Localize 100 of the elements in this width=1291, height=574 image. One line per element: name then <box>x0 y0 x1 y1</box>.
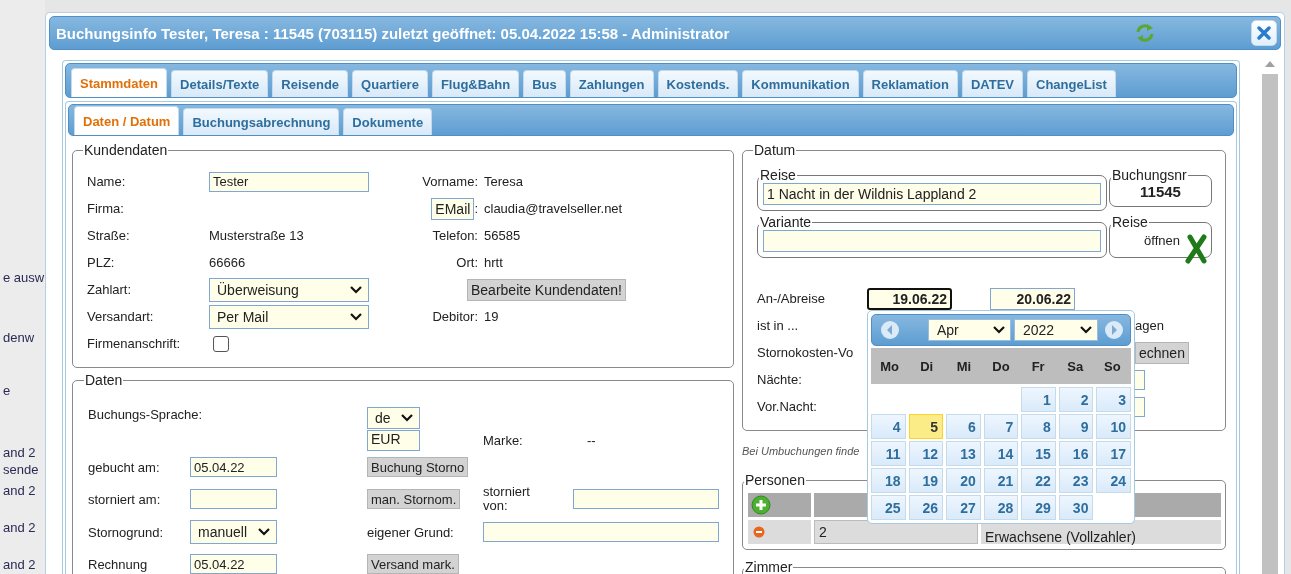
calendar-day[interactable]: 18 <box>871 468 906 493</box>
calendar-day[interactable]: 8 <box>1021 414 1056 439</box>
departure-date-field[interactable]: 20.06.22 <box>990 287 1075 310</box>
tab[interactable]: Bus <box>523 70 566 97</box>
separator-text: : <box>474 201 478 216</box>
field-label: PLZ: <box>87 255 116 270</box>
tab[interactable]: Dokumente <box>343 108 433 135</box>
calendar-day[interactable]: 19 <box>908 468 944 493</box>
calendar-day[interactable]: 5 <box>908 414 944 439</box>
calendar-day[interactable]: 20 <box>946 468 981 493</box>
tab[interactable]: Kostends. <box>657 70 739 97</box>
calendar-day[interactable]: 16 <box>1058 441 1094 466</box>
tab[interactable]: Stammdaten <box>71 68 168 97</box>
field-label: Telefon: <box>432 228 478 243</box>
close-button[interactable] <box>1251 20 1277 46</box>
language-select[interactable]: de <box>367 407 420 429</box>
calendar-day[interactable]: 23 <box>1058 468 1094 493</box>
field-value: agen <box>1135 318 1165 333</box>
variant-field[interactable] <box>763 230 1101 252</box>
calendar-day[interactable]: 12 <box>908 441 944 466</box>
calendar-day[interactable]: 10 <box>1096 414 1131 439</box>
calendar-day[interactable]: 25 <box>871 495 906 520</box>
invoice-date-field[interactable]: 05.04.22 <box>190 554 277 574</box>
tab[interactable]: ChangeList <box>1027 70 1116 97</box>
calendar-day[interactable]: 13 <box>946 441 981 466</box>
mark-shipping-button[interactable]: Versand mark. <box>367 554 459 574</box>
field-label: Stornogrund: <box>88 524 165 540</box>
booked-date-field[interactable]: 05.04.22 <box>190 457 277 477</box>
calendar-day[interactable]: 7 <box>983 414 1019 439</box>
nights-field[interactable] <box>1135 369 1145 390</box>
close-icon <box>1257 26 1271 40</box>
field-label: Versandart: <box>87 309 155 324</box>
calendar-day[interactable]: 1 <box>1021 387 1056 412</box>
field-label: Buchungs-Sprache: <box>88 407 204 422</box>
cancel-date-field[interactable] <box>190 489 277 509</box>
calendar-day[interactable]: 17 <box>1096 441 1131 466</box>
scroll-up-icon[interactable] <box>1264 60 1276 68</box>
calendar-day[interactable]: 3 <box>1096 387 1131 412</box>
previous-month-icon[interactable] <box>880 320 900 340</box>
calendar-day[interactable]: 29 <box>1021 495 1056 520</box>
calendar-day[interactable]: 22 <box>1021 468 1056 493</box>
arrival-date-field[interactable]: 19.06.22 <box>867 287 952 310</box>
calendar-day[interactable]: 24 <box>1096 468 1131 493</box>
calendar-day[interactable]: 11 <box>871 441 906 466</box>
own-reason-field[interactable] <box>483 522 719 542</box>
tab[interactable]: Reisende <box>272 70 349 97</box>
weekday-label: Sa <box>1066 358 1085 374</box>
section-legend: Reise <box>760 167 796 183</box>
tab[interactable]: Buchungsabrechnung <box>183 108 340 135</box>
calendar-day[interactable]: 28 <box>983 495 1019 520</box>
section-legend: Variante <box>760 214 812 230</box>
cancelled-by-field[interactable] <box>573 489 719 509</box>
tab[interactable]: Kommunikation <box>742 70 859 97</box>
field-label: gebucht am: <box>88 459 161 475</box>
calendar-day[interactable]: 21 <box>983 468 1019 493</box>
checkbox[interactable] <box>213 335 229 352</box>
nights-field[interactable] <box>1135 396 1145 417</box>
calendar-day[interactable]: 6 <box>946 414 981 439</box>
field-value: 66666 <box>209 255 247 270</box>
name-field[interactable]: Tester <box>209 171 369 192</box>
calendar-day[interactable]: 9 <box>1058 414 1094 439</box>
year-select[interactable]: 2022 <box>1014 319 1098 341</box>
calculate-button[interactable]: echnen <box>1135 341 1189 364</box>
calendar-day[interactable]: 15 <box>1021 441 1056 466</box>
tab[interactable]: Quartiere <box>352 70 428 97</box>
shipping-select[interactable]: Per Mail <box>209 304 369 329</box>
tab[interactable]: DATEV <box>961 70 1023 97</box>
next-month-icon[interactable] <box>1104 320 1124 340</box>
calendar-day[interactable]: 4 <box>871 414 906 439</box>
weekday-label: Fr <box>1030 358 1046 374</box>
field-label: Nächte: <box>757 372 803 387</box>
calendar-day[interactable]: 27 <box>946 495 981 520</box>
tab[interactable]: Daten / Datum <box>74 106 180 135</box>
trip-field[interactable]: 1 Nacht in der Wildnis Lappland 2 <box>763 183 1101 205</box>
background-text: e <box>2 383 12 399</box>
chevron-icon <box>401 414 413 422</box>
calendar-day[interactable]: 30 <box>1058 495 1094 520</box>
tab[interactable]: Details/Texte <box>171 70 269 97</box>
calendar-day[interactable]: 26 <box>908 495 944 520</box>
calendar-day[interactable]: 14 <box>983 441 1019 466</box>
scrollbar-thumb[interactable] <box>1262 74 1278 574</box>
refresh-icon[interactable] <box>1134 22 1156 44</box>
x-mark-icon[interactable] <box>1184 233 1210 265</box>
manual-cancel-button[interactable]: man. Stornom. <box>367 489 461 509</box>
cancel-booking-button[interactable]: Buchung Storno <box>367 457 469 477</box>
open-trip-label[interactable]: öffnen <box>1144 230 1180 248</box>
cancel-reason-select[interactable]: manuell <box>190 520 277 544</box>
tab[interactable]: Zahlungen <box>569 70 654 97</box>
background-text: and 2 <box>2 445 37 461</box>
background-text: and 2 <box>2 557 37 573</box>
field-label: Ort: <box>456 255 478 270</box>
tab[interactable]: Flug&Bahn <box>431 70 520 97</box>
calendar-day[interactable]: 2 <box>1058 387 1094 412</box>
month-select[interactable]: Apr <box>928 319 1011 341</box>
email-button[interactable]: EMail <box>431 197 475 220</box>
remove-icon[interactable] <box>753 526 765 538</box>
tab[interactable]: Reklamation <box>862 70 958 97</box>
payment-select[interactable]: Überweisung <box>209 277 369 302</box>
add-icon[interactable] <box>751 495 771 515</box>
edit-customer-button[interactable]: Bearbeite Kundendaten! <box>467 278 626 301</box>
